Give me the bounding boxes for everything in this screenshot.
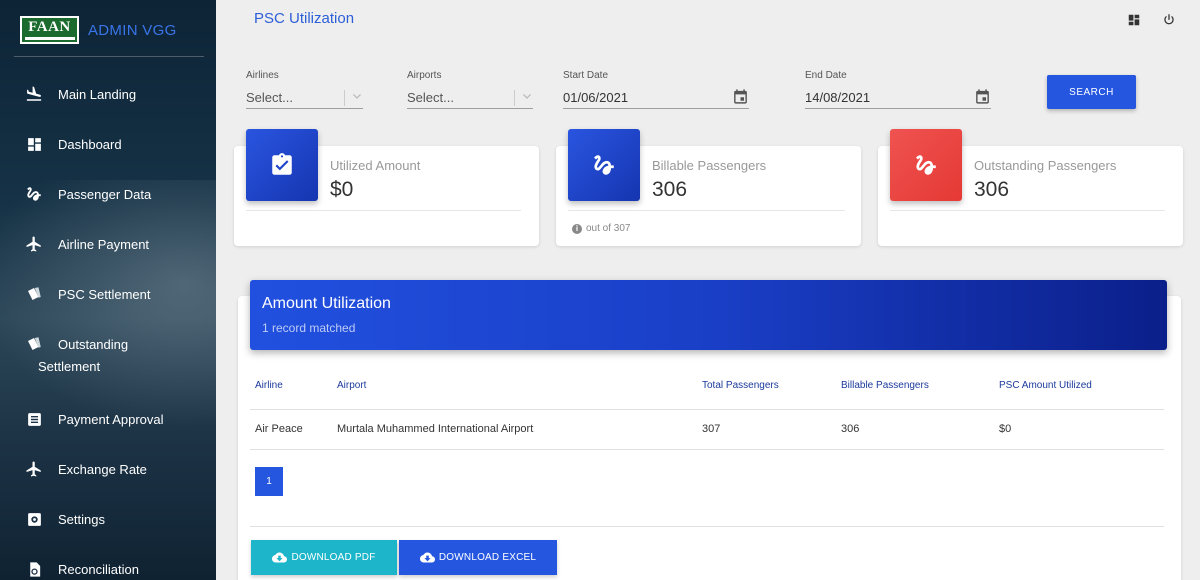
nav-item-settings[interactable]: Settings xyxy=(24,509,105,529)
airlines-select[interactable]: Select... xyxy=(246,87,363,109)
column-header-airline[interactable]: Airline xyxy=(255,380,283,391)
power-icon[interactable] xyxy=(1161,12,1177,28)
end-date-label: End Date xyxy=(805,70,847,81)
table-cell: 307 xyxy=(702,423,721,435)
table-cell: $0 xyxy=(999,423,1012,435)
calendar-icon[interactable] xyxy=(974,88,991,108)
faan-logo: FAAN xyxy=(20,16,79,44)
tickets-icon xyxy=(24,284,44,304)
column-header-psc-amount[interactable]: PSC Amount Utilized xyxy=(999,380,1092,391)
start-date-input[interactable]: 01/06/2021 xyxy=(563,87,749,109)
airports-select[interactable]: Select... xyxy=(407,87,533,109)
chevron-down-icon[interactable] xyxy=(521,90,533,105)
column-header-billable-passengers[interactable]: Billable Passengers xyxy=(841,380,929,391)
pagination-page-button[interactable]: 1 xyxy=(255,467,283,496)
gear-icon xyxy=(24,509,44,529)
nav-item-psc-settlement[interactable]: PSC Settlement xyxy=(24,284,151,304)
airlines-filter[interactable]: Airlines Select... xyxy=(246,70,363,109)
apps-grid-icon[interactable] xyxy=(1126,12,1142,28)
nav-item-reconciliation[interactable]: Reconciliation xyxy=(24,559,139,579)
card-value: 306 xyxy=(652,178,688,201)
start-date-label: Start Date xyxy=(563,70,609,81)
panel-header: Amount Utilization 1 record matched xyxy=(250,280,1167,350)
card-footer: i out of 307 xyxy=(572,223,630,234)
end-date-filter[interactable]: End Date 14/08/2021 xyxy=(805,70,991,109)
cloud-download-icon xyxy=(272,550,288,565)
chevron-down-icon[interactable] xyxy=(351,90,363,105)
nav-item-passenger-data[interactable]: Passenger Data xyxy=(24,184,151,204)
card-label: Outstanding Passengers xyxy=(974,158,1117,173)
seat-icon xyxy=(24,184,44,204)
plane-landing-icon xyxy=(24,84,44,104)
nav-item-dashboard[interactable]: Dashboard xyxy=(24,134,122,154)
utilized-amount-card: Utilized Amount $0 xyxy=(234,129,539,246)
column-header-total-passengers[interactable]: Total Passengers xyxy=(702,380,779,391)
seat-icon xyxy=(568,129,640,201)
calendar-icon[interactable] xyxy=(732,88,749,108)
nav-item-airline-payment[interactable]: Airline Payment xyxy=(24,234,149,254)
brand[interactable]: FAAN ADMIN VGG xyxy=(20,15,177,45)
nav-item-exchange-rate[interactable]: Exchange Rate xyxy=(24,459,147,479)
tickets-icon xyxy=(24,334,44,354)
column-header-airport[interactable]: Airport xyxy=(337,380,366,391)
brand-title: ADMIN VGG xyxy=(88,21,177,39)
table-cell: Murtala Muhammed International Airport xyxy=(337,423,534,435)
airplane-icon xyxy=(24,234,44,254)
dashboard-icon xyxy=(24,134,44,154)
page-title: PSC Utilization xyxy=(254,10,355,27)
nav-item-payment-approval[interactable]: Payment Approval xyxy=(24,409,164,429)
search-button[interactable]: SEARCH xyxy=(1047,75,1136,109)
nav-item-main-landing[interactable]: Main Landing xyxy=(24,84,136,104)
cloud-download-icon xyxy=(419,550,435,565)
airplane-icon xyxy=(24,459,44,479)
list-icon xyxy=(24,409,44,429)
divider xyxy=(250,409,1164,410)
table-cell: Air Peace xyxy=(255,423,303,435)
divider xyxy=(250,449,1164,450)
table-cell: 306 xyxy=(841,423,860,435)
card-label: Billable Passengers xyxy=(652,158,767,173)
clipboard-check-icon xyxy=(246,129,318,201)
start-date-filter[interactable]: Start Date 01/06/2021 xyxy=(563,70,749,109)
sidebar: FAAN ADMIN VGG Main Landing Dashboard Pa… xyxy=(0,0,216,580)
outstanding-passengers-card: Outstanding Passengers 306 xyxy=(878,129,1183,246)
airports-filter[interactable]: Airports Select... xyxy=(407,70,533,109)
divider xyxy=(14,56,204,57)
nav-item-outstanding-settlement[interactable]: Outstanding Settlement xyxy=(24,334,128,374)
seat-icon xyxy=(890,129,962,201)
panel-title: Amount Utilization xyxy=(262,295,391,312)
billable-passengers-card: Billable Passengers 306 i out of 307 xyxy=(556,129,861,246)
download-excel-button[interactable]: DOWNLOAD EXCEL xyxy=(399,540,557,575)
reconcile-icon xyxy=(24,559,44,579)
end-date-input[interactable]: 14/08/2021 xyxy=(805,87,991,109)
airports-label: Airports xyxy=(407,70,442,81)
divider xyxy=(250,526,1164,527)
panel-subtitle: 1 record matched xyxy=(262,321,356,335)
card-label: Utilized Amount xyxy=(330,158,421,173)
download-pdf-button[interactable]: DOWNLOAD PDF xyxy=(251,540,397,575)
airlines-label: Airlines xyxy=(246,70,279,81)
info-icon: i xyxy=(572,223,582,234)
card-value: 306 xyxy=(974,178,1010,201)
card-value: $0 xyxy=(330,178,354,201)
